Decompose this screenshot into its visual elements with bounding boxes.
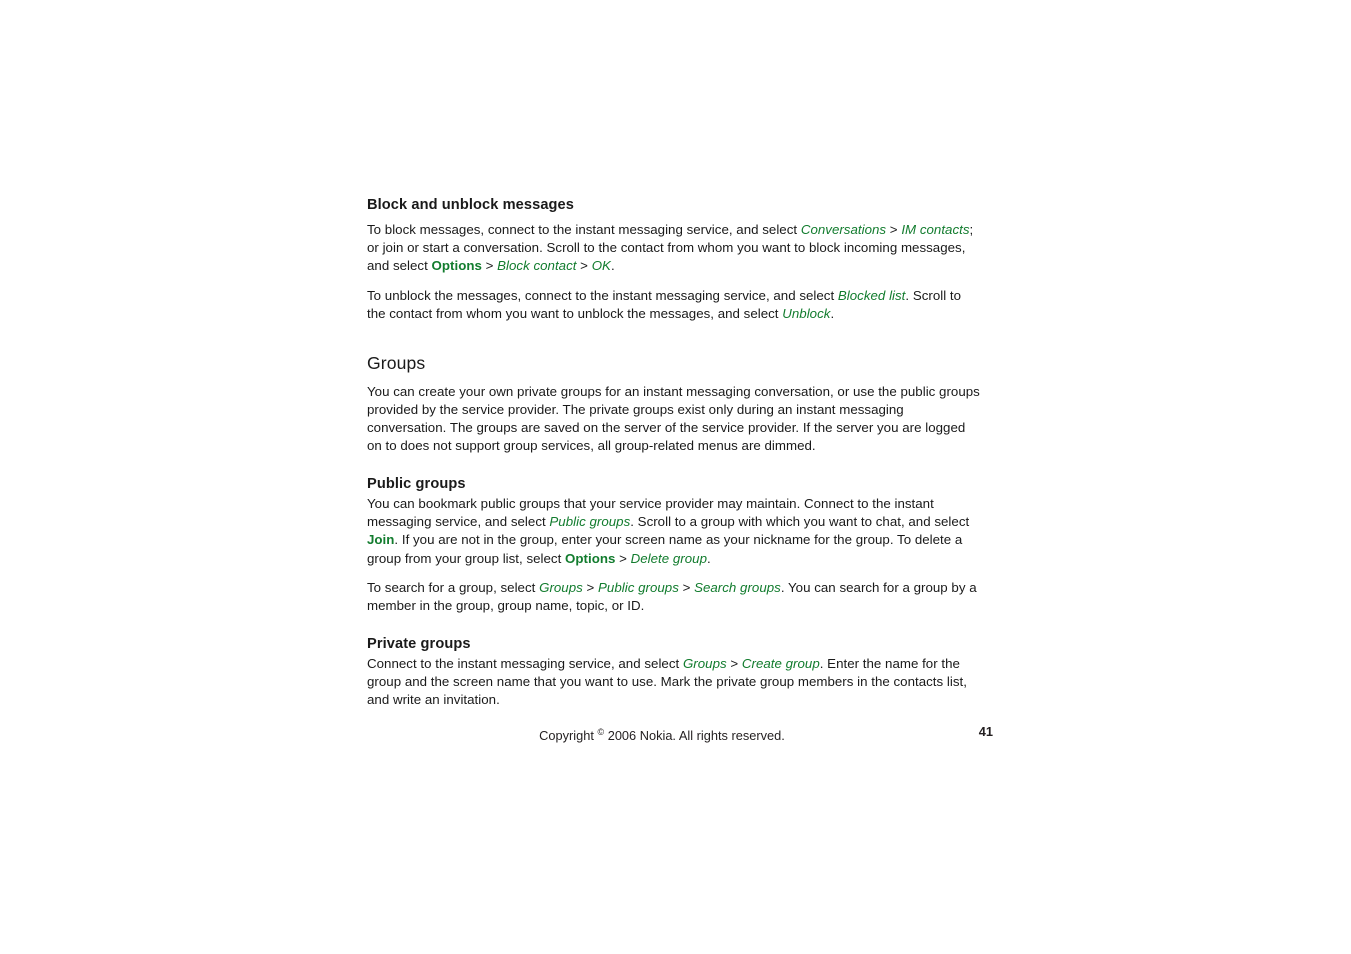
menu-term: Search groups <box>694 579 781 595</box>
paragraph: You can create your own private groups f… <box>367 383 981 455</box>
text-run: Connect to the instant messaging service… <box>367 656 683 672</box>
section-heading-block-and-unblock-messages: Block and unblock messages <box>367 197 574 213</box>
menu-separator: > <box>576 258 592 274</box>
paragraph: You can bookmark public groups that your… <box>367 495 981 567</box>
menu-term: Unblock <box>782 305 831 321</box>
menu-term: Groups <box>682 656 727 672</box>
text-run: . Scroll to a group with which you want … <box>630 514 970 530</box>
section-heading-public-groups: Public groups <box>367 476 466 493</box>
menu-term: Delete group <box>630 550 708 566</box>
menu-term: Block contact <box>497 258 577 274</box>
paragraph: To search for a group, select Groups > P… <box>367 579 981 615</box>
menu-separator: > <box>615 550 631 566</box>
menu-term-emphasis: Options <box>565 550 616 566</box>
paragraph: To unblock the messages, connect to the … <box>367 287 981 323</box>
footer-copyright: Copyright © 2006 Nokia. All rights reser… <box>367 723 957 745</box>
text-run: . <box>707 550 711 566</box>
menu-term: Groups <box>539 579 583 595</box>
menu-term: Create group <box>741 656 820 672</box>
menu-term: OK <box>591 258 611 274</box>
page-number: 41 <box>978 724 993 739</box>
document-page: Block and unblock messages To block messa… <box>367 196 981 709</box>
section-heading-private-groups: Private groups <box>367 635 471 652</box>
paragraph: To block messages, connect to the instan… <box>367 221 981 275</box>
menu-separator: > <box>678 579 695 595</box>
text-run: To search for a group, select <box>367 579 540 595</box>
menu-term: IM contacts <box>901 222 970 238</box>
menu-term: Blocked list <box>837 287 906 303</box>
text-run: You can create your own private groups f… <box>367 383 980 453</box>
menu-term: Public groups <box>549 514 631 530</box>
page-footer: Copyright © 2006 Nokia. All rights reser… <box>367 723 993 743</box>
footer-copyright-suffix: 2006 Nokia. All rights reserved. <box>604 728 785 743</box>
text-run: To block messages, connect to the instan… <box>367 222 801 238</box>
text-run: . <box>830 305 835 321</box>
menu-separator: > <box>726 656 742 672</box>
text-run: . <box>610 258 615 274</box>
menu-separator: > <box>481 258 498 274</box>
menu-term-emphasis: Join <box>367 532 395 548</box>
section-heading-groups: Groups <box>367 352 426 373</box>
menu-separator: > <box>886 222 902 238</box>
text-run: To unblock the messages, connect to the … <box>367 287 838 303</box>
menu-term-emphasis: Options <box>431 258 482 274</box>
footer-copyright-prefix: Copyright <box>539 728 598 743</box>
paragraph: Connect to the instant messaging service… <box>367 655 981 709</box>
menu-separator: > <box>582 579 599 595</box>
menu-term: Conversations <box>800 222 887 238</box>
menu-term: Public groups <box>598 579 679 595</box>
